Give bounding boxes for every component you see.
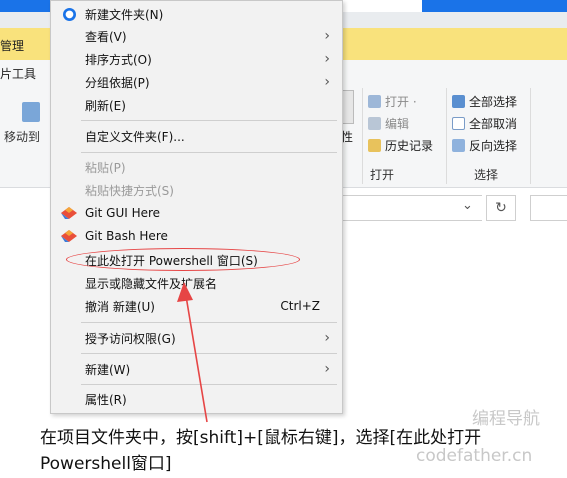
watermark-title: 编程导航 (472, 409, 540, 429)
screenshot-root: 管理 片工具 移动到 性 打开 · 编辑 历史记录 打开 全部选择 全部取消 反… (0, 0, 567, 478)
watermark-url: codefather.cn (416, 446, 533, 466)
